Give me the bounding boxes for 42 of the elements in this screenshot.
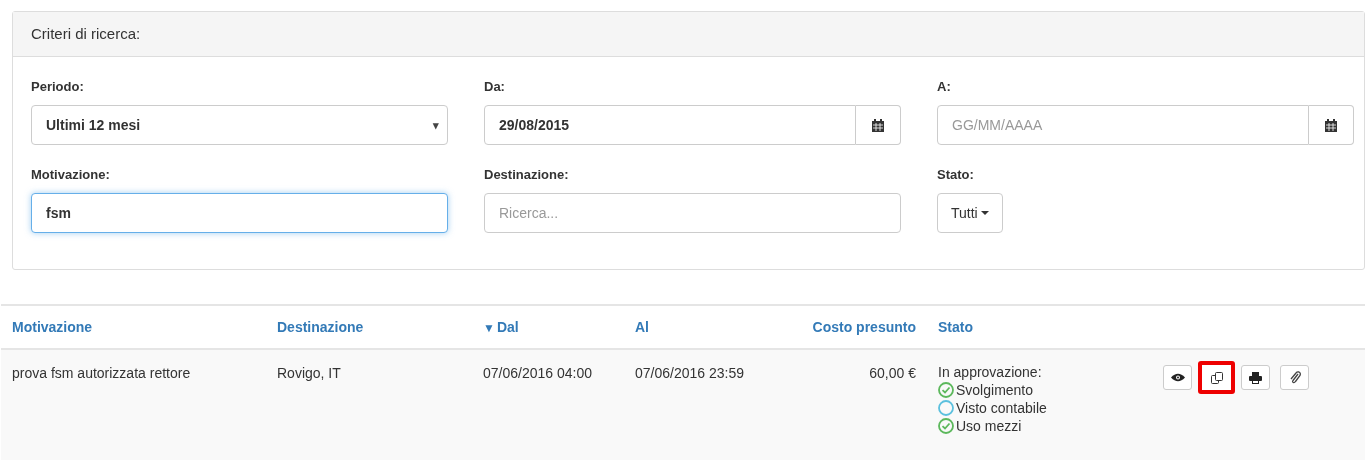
action-button[interactable] — [1280, 365, 1309, 390]
field-label: Motivazione: — [31, 166, 111, 184]
calendar-button[interactable] — [1309, 105, 1354, 145]
step-label: Svolgimento — [956, 381, 1034, 399]
table-cell: Rovigo, IT — [277, 365, 341, 381]
paperclip-icon — [1288, 371, 1301, 384]
step-label: Visto contabile — [956, 399, 1047, 417]
table-cell: 07/06/2016 04:00 — [483, 365, 592, 381]
printer-icon — [1249, 371, 1262, 384]
select-field[interactable]: Ultimi 12 mesi ▾ — [31, 105, 448, 145]
panel-title: Criteri di ricerca: — [31, 23, 141, 44]
copy-icon — [1210, 371, 1223, 384]
action-button[interactable] — [1241, 365, 1270, 390]
column-header[interactable]: Destinazione — [277, 318, 364, 335]
calendar-icon — [872, 118, 884, 132]
column-header[interactable]: Costo presunto — [812, 318, 916, 335]
status-text: In approvazione: — [938, 363, 1043, 381]
field-label: Periodo: — [31, 78, 85, 96]
calendar-icon — [1325, 118, 1337, 132]
input-field[interactable]: fsm — [31, 193, 448, 233]
caret-icon — [980, 211, 989, 215]
field-label: Da: — [484, 78, 506, 96]
table-cell: 07/06/2016 23:59 — [635, 365, 744, 381]
table-cell: prova fsm autorizzata rettore — [12, 365, 191, 381]
column-header[interactable]: Motivazione — [12, 318, 93, 335]
table-cell: 60,00 € — [869, 365, 916, 381]
step-label: Uso mezzi — [956, 417, 1022, 435]
input-field[interactable]: GG/MM/AAAA — [937, 105, 1309, 145]
column-header[interactable]: ▼Dal — [483, 318, 519, 335]
calendar-button[interactable] — [856, 105, 901, 145]
field-label: A: — [937, 78, 952, 96]
column-header[interactable]: Al — [635, 318, 649, 335]
caret-icon: ▾ — [433, 116, 439, 134]
status-dropdown[interactable]: Tutti — [937, 193, 1003, 233]
field-label: Destinazione: — [484, 166, 570, 184]
action-button[interactable] — [1163, 365, 1192, 390]
column-header[interactable]: Stato — [938, 318, 973, 335]
input-field[interactable]: 29/08/2015 — [484, 105, 856, 145]
eye-icon — [1170, 373, 1185, 382]
input-field[interactable]: Ricerca... — [484, 193, 901, 233]
field-label: Stato: — [937, 166, 975, 184]
action-button[interactable] — [1198, 361, 1235, 394]
